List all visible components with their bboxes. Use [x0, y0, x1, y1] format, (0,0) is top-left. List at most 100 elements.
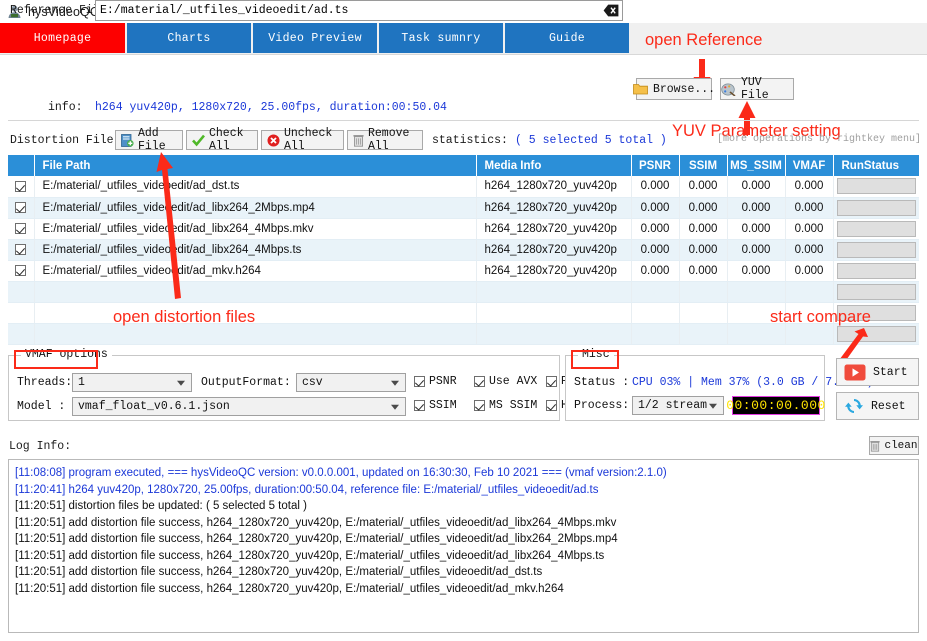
cell-file-path: E:/material/_utfiles_videoedit/ad_libx26…	[34, 218, 476, 239]
row-checkbox[interactable]	[15, 223, 26, 234]
reset-button[interactable]: Reset	[836, 392, 919, 420]
table-header-row: File Path Media Info PSNR SSIM MS_SSIM V…	[8, 155, 919, 176]
column-header-runstatus[interactable]: RunStatus	[833, 155, 919, 176]
checkbox-box[interactable]	[546, 376, 557, 387]
row-checkbox[interactable]	[15, 265, 26, 276]
checkbox-box[interactable]	[474, 400, 485, 411]
cell-media-info: h264_1280x720_yuv420p	[476, 239, 631, 260]
row-checkbox-cell	[8, 281, 34, 302]
cell-vmaf: 0.000	[785, 176, 833, 197]
process-select[interactable]: 1/2 stream	[632, 396, 724, 415]
table-row-empty[interactable]	[8, 281, 919, 302]
application-window: hysVideoQC --- hybase@qq.com Homepage Ch…	[0, 0, 927, 641]
reference-file-input-wrap[interactable]	[95, 0, 623, 21]
yuv-file-label: YUV File	[741, 76, 793, 102]
row-checkbox-cell[interactable]	[8, 260, 34, 281]
remove-all-button[interactable]: Remove All	[347, 130, 423, 150]
cell-psnr: 0.000	[631, 197, 679, 218]
cell-ssim	[679, 323, 727, 344]
cell-ssim	[679, 281, 727, 302]
row-checkbox-cell[interactable]	[8, 218, 34, 239]
checkbox-box[interactable]	[414, 400, 425, 411]
reference-file-input[interactable]	[96, 1, 600, 20]
table-row[interactable]: E:/material/_utfiles_videoedit/ad_dst.ts…	[8, 176, 919, 197]
table-row[interactable]: E:/material/_utfiles_videoedit/ad_mkv.h2…	[8, 260, 919, 281]
cell-file-path: E:/material/_utfiles_videoedit/ad_libx26…	[34, 239, 476, 260]
tab-guide[interactable]: Guide	[505, 23, 629, 53]
column-header-ssim[interactable]: SSIM	[679, 155, 727, 176]
elapsed-timer: 00:00:00.000	[732, 396, 820, 415]
row-checkbox-cell	[8, 302, 34, 323]
column-header-checkbox	[8, 155, 34, 176]
palette-icon	[721, 83, 736, 96]
row-checkbox-cell[interactable]	[8, 176, 34, 197]
table-row[interactable]: E:/material/_utfiles_videoedit/ad_libx26…	[8, 218, 919, 239]
vmaf-options-group: VMAF options Threads: 1 OutputFormat: cs…	[8, 355, 560, 421]
checkbox-use-avx[interactable]: Use AVX	[474, 375, 537, 388]
start-button[interactable]: Start	[836, 358, 919, 386]
check-all-button[interactable]: Check All	[186, 130, 258, 150]
row-checkbox[interactable]	[15, 202, 26, 213]
table-row[interactable]: E:/material/_utfiles_videoedit/ad_libx26…	[8, 239, 919, 260]
row-checkbox-cell[interactable]	[8, 239, 34, 260]
checkbox-box[interactable]	[546, 400, 557, 411]
clean-log-button[interactable]: clean	[869, 436, 919, 455]
tab-charts[interactable]: Charts	[127, 23, 251, 53]
refresh-icon	[844, 397, 864, 415]
log-output-panel[interactable]: [11:08:08] program executed, === hysVide…	[8, 459, 919, 633]
column-header-file-path[interactable]: File Path	[34, 155, 476, 176]
log-line: [11:20:51] add distortion file success, …	[15, 548, 912, 565]
cell-runstatus	[833, 239, 919, 260]
checkbox-psnr[interactable]: PSNR	[414, 375, 457, 388]
cell-media-info	[476, 323, 631, 344]
tab-homepage[interactable]: Homepage	[0, 23, 125, 53]
uncheck-all-button[interactable]: Uncheck All	[261, 130, 344, 150]
cell-media-info	[476, 302, 631, 323]
statistics-label: statistics:	[432, 134, 508, 147]
model-select[interactable]: vmaf_float_v0.6.1.json	[72, 397, 406, 416]
row-checkbox[interactable]	[15, 181, 26, 192]
checkbox-box[interactable]	[414, 376, 425, 387]
cell-file-path: E:/material/_utfiles_videoedit/ad_dst.ts	[34, 176, 476, 197]
browse-button[interactable]: Browse...	[636, 78, 712, 100]
table-row-empty[interactable]	[8, 302, 919, 323]
trash-icon	[870, 440, 880, 452]
tab-label: Video Preview	[268, 32, 362, 45]
clear-icon[interactable]	[600, 1, 622, 20]
cell-media-info: h264_1280x720_yuv420p	[476, 197, 631, 218]
model-label: Model :	[17, 400, 65, 413]
tab-label: Charts	[167, 32, 210, 45]
checkbox-box[interactable]	[474, 376, 485, 387]
start-label: Start	[873, 366, 908, 379]
play-icon	[844, 364, 866, 381]
column-header-media-info[interactable]: Media Info	[476, 155, 631, 176]
threads-label: Threads:	[17, 376, 72, 389]
cell-ms-ssim: 0.000	[727, 218, 785, 239]
checkbox-ssim[interactable]: SSIM	[414, 399, 457, 412]
checkbox-ms-ssim[interactable]: MS SSIM	[474, 399, 537, 412]
cell-ms-ssim: 0.000	[727, 197, 785, 218]
cell-file-path	[34, 302, 476, 323]
add-file-button[interactable]: Add File	[115, 130, 183, 150]
column-header-vmaf[interactable]: VMAF	[785, 155, 833, 176]
chevron-down-icon	[177, 380, 185, 385]
cell-psnr	[631, 281, 679, 302]
tab-task-sumnry[interactable]: Task sumnry	[379, 23, 503, 53]
cell-ms-ssim: 0.000	[727, 260, 785, 281]
cell-ssim: 0.000	[679, 239, 727, 260]
tab-bar: Homepage Charts Video Preview Task sumnr…	[0, 23, 927, 55]
table-row[interactable]: E:/material/_utfiles_videoedit/ad_libx26…	[8, 197, 919, 218]
threads-select[interactable]: 1	[72, 373, 192, 392]
column-header-psnr[interactable]: PSNR	[631, 155, 679, 176]
row-checkbox[interactable]	[15, 244, 26, 255]
output-format-select[interactable]: csv	[296, 373, 406, 392]
table-row-empty[interactable]	[8, 323, 919, 344]
yuv-file-button[interactable]: YUV File	[720, 78, 794, 100]
output-format-label: OutputFormat:	[201, 376, 291, 389]
tab-video-preview[interactable]: Video Preview	[253, 23, 377, 53]
row-checkbox-cell[interactable]	[8, 197, 34, 218]
cell-runstatus	[833, 302, 919, 323]
cell-ms-ssim	[727, 323, 785, 344]
cell-file-path	[34, 281, 476, 302]
column-header-ms-ssim[interactable]: MS_SSIM	[727, 155, 785, 176]
